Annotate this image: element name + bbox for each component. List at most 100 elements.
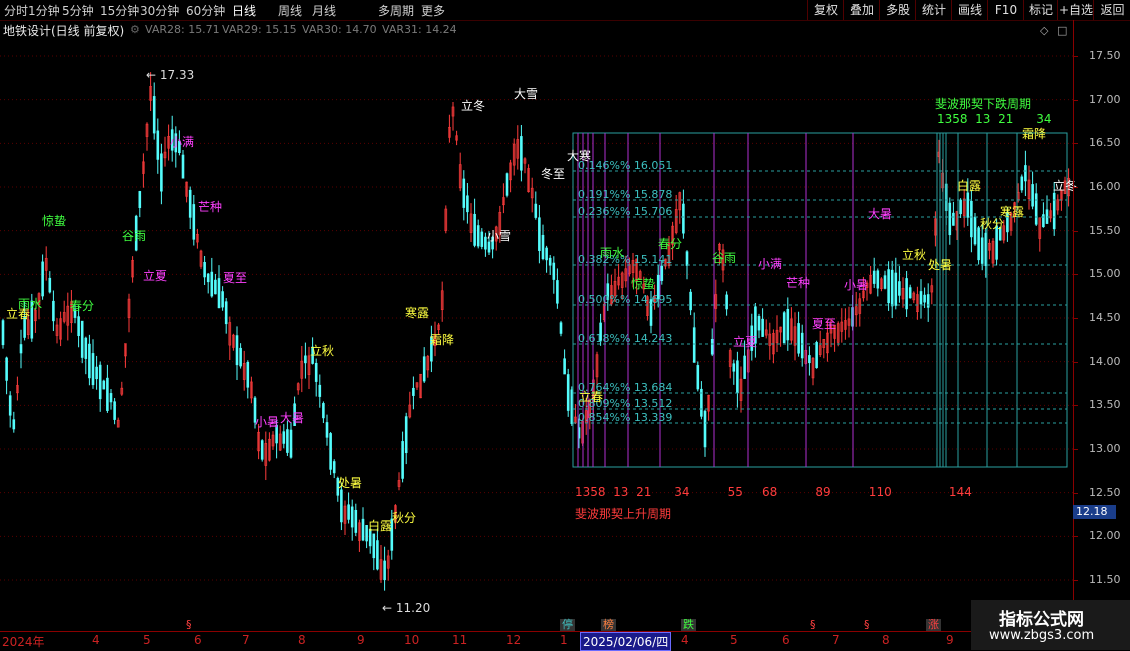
- watermark-url: www.zbgs3.com: [989, 628, 1095, 643]
- candle-body: [109, 393, 113, 403]
- candle-body: [883, 275, 887, 289]
- period-tab-4[interactable]: 30分钟: [140, 2, 179, 19]
- period-tab-9[interactable]: 多周期: [378, 2, 414, 19]
- candle-body: [314, 362, 318, 382]
- toolbar-button-6[interactable]: 标记: [1023, 0, 1058, 20]
- candle-body: [898, 281, 901, 296]
- solar-term-label: 谷雨: [122, 229, 146, 243]
- candle-body: [980, 237, 984, 264]
- toolbar-button-5[interactable]: F10: [987, 0, 1024, 20]
- candle-body: [19, 344, 23, 354]
- price-tick: 16.00: [1089, 180, 1121, 193]
- candle-body: [404, 416, 408, 454]
- candle-body: [192, 204, 196, 240]
- period-tab-1[interactable]: 1分钟: [28, 2, 60, 19]
- candle-body: [732, 363, 736, 372]
- chart-grid: [0, 55, 1073, 581]
- kline-chart[interactable]: 0.146%% 16.051 0.191%% 15.878 0.236%% 15.7…: [0, 0, 1130, 650]
- candle-body: [304, 355, 307, 364]
- candle-body: [1024, 165, 1027, 182]
- candle-body: [476, 225, 480, 247]
- date-tick: 1: [560, 633, 568, 647]
- event-marker[interactable]: 跌: [681, 619, 696, 631]
- candle-body: [948, 202, 952, 236]
- solar-term-label: 寒露: [1000, 204, 1024, 219]
- candle-body: [203, 262, 206, 278]
- candle-body: [41, 261, 44, 297]
- date-tick: 5: [143, 633, 151, 647]
- var31-label: VAR31: 14.24: [382, 23, 457, 36]
- price-tick: 14.00: [1089, 354, 1121, 368]
- candle-body: [376, 540, 379, 570]
- fib-level-label: 0.236%% 15.706: [578, 205, 672, 218]
- candle-body: [660, 265, 664, 281]
- solar-term-label: 寒露: [405, 305, 429, 320]
- toolbar-button-4[interactable]: 画线: [951, 0, 988, 20]
- diamond-icon[interactable]: ◇: [1040, 24, 1048, 37]
- settings-icon[interactable]: ⚙: [130, 23, 140, 36]
- period-tab-8[interactable]: 月线: [312, 2, 336, 19]
- candle-body: [782, 312, 786, 344]
- chart-title: 地铁设计(日线 前复权): [3, 24, 125, 38]
- candle-body: [692, 327, 696, 363]
- period-tab-2[interactable]: 5分钟: [62, 2, 94, 19]
- candle-body: [973, 216, 977, 245]
- candle-body: [214, 279, 217, 295]
- price-tick: 13.00: [1089, 442, 1121, 455]
- toolbar-button-8[interactable]: 返回: [1093, 0, 1130, 20]
- candle-body: [372, 533, 376, 559]
- toolbar-button-7[interactable]: +自选: [1057, 0, 1094, 20]
- toolbar-button-1[interactable]: 叠加: [843, 0, 880, 20]
- price-tick-mark: [1073, 492, 1078, 494]
- solar-term-label: 冬至: [541, 166, 565, 181]
- solar-term-label: 小暑: [255, 415, 279, 429]
- square-icon[interactable]: □: [1057, 24, 1067, 37]
- candle-body: [682, 203, 685, 234]
- solar-term-label: 立秋: [310, 343, 334, 358]
- period-tab-3[interactable]: 15分钟: [100, 2, 139, 19]
- candle-body: [534, 203, 538, 218]
- toolbar-button-3[interactable]: 统计: [915, 0, 952, 20]
- date-tick: 5: [730, 633, 738, 647]
- toolbar-button-2[interactable]: 多股: [879, 0, 916, 20]
- period-tab-7[interactable]: 周线: [278, 2, 302, 19]
- period-tab-0[interactable]: 分时: [4, 2, 28, 19]
- candle-body: [808, 355, 811, 364]
- candle-body: [462, 178, 466, 208]
- candle-body: [786, 308, 790, 341]
- candle-body: [340, 489, 343, 523]
- event-marker[interactable]: §: [184, 619, 194, 631]
- info-bar: 地铁设计(日线 前复权) VAR28: 15.71 VAR29: 15.15 V…: [0, 21, 1080, 38]
- candle-body: [894, 272, 898, 306]
- candle-body: [725, 294, 728, 310]
- var29-label: VAR29: 15.15: [222, 23, 297, 36]
- candle-body: [350, 506, 354, 528]
- date-axis: 2024年 4 5 6 7 8 9 10 11 12 1 2025/02/06/四 4 5 6 7 8 9 § 停 榜 跌…: [0, 619, 1073, 651]
- period-tab-10[interactable]: 更多: [421, 2, 445, 19]
- candle-body: [552, 262, 556, 280]
- candle-body: [91, 353, 95, 386]
- candles: [1, 72, 1070, 591]
- candle-body: [80, 320, 84, 358]
- solar-term-label: 秋分: [980, 217, 1004, 231]
- solar-term-label: 春分: [658, 237, 682, 251]
- candle-body: [797, 323, 800, 354]
- candle-body: [872, 270, 876, 284]
- event-marker[interactable]: §: [862, 619, 872, 631]
- event-marker[interactable]: 榜: [601, 619, 616, 631]
- candle-body: [354, 509, 358, 533]
- period-tab-5[interactable]: 60分钟: [186, 2, 225, 19]
- event-marker[interactable]: 停: [560, 619, 575, 631]
- solar-term-label: 惊蛰: [631, 276, 655, 291]
- fib-level-label: 0.191%% 15.878: [578, 188, 672, 201]
- period-tab-6[interactable]: 日线: [232, 2, 256, 19]
- toolbar-button-0[interactable]: 复权: [807, 0, 844, 20]
- candle-body: [466, 195, 469, 213]
- event-marker[interactable]: 涨: [926, 619, 941, 631]
- candle-body: [286, 429, 289, 453]
- fib-level-label: 0.854%% 13.339: [578, 411, 672, 424]
- solar-term-label: 秋分: [392, 511, 416, 525]
- candle-body: [48, 277, 52, 293]
- event-marker[interactable]: §: [808, 619, 818, 631]
- solar-term-label: 白露: [368, 518, 392, 533]
